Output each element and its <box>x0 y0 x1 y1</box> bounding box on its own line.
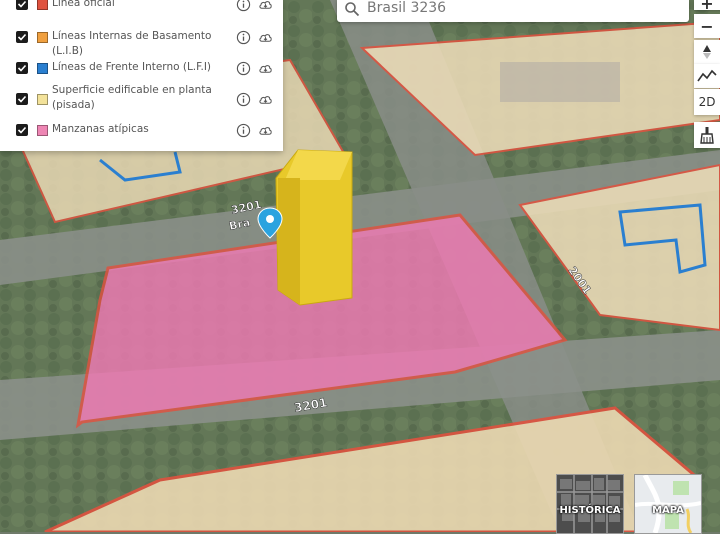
layer-checkbox[interactable] <box>16 93 28 105</box>
zoom-out-label: − <box>700 16 714 36</box>
layer-swatch <box>37 32 48 43</box>
basemap-historic[interactable]: HISTÓRICA <box>556 474 624 534</box>
layer-label: Líneas de Frente Interno (L.F.I) <box>52 61 212 73</box>
compass-button[interactable] <box>694 40 720 64</box>
layer-checkbox[interactable] <box>16 0 28 10</box>
toggle-2d-label: 2D <box>698 95 716 109</box>
cloud-download-icon[interactable] <box>258 92 273 107</box>
layer-row-lib: Líneas Internas de Basamento (L.I.B) <box>0 28 283 57</box>
layer-checkbox[interactable] <box>16 124 28 136</box>
info-icon[interactable] <box>236 0 251 12</box>
layer-row-lfi: Líneas de Frente Interno (L.F.I) <box>0 59 283 77</box>
layer-row-manzanas-atipicas: Manzanas atípicas <box>0 121 283 139</box>
search-input[interactable] <box>367 0 667 18</box>
basemap-map-preview <box>635 475 701 533</box>
layer-row-superficie: Superficie edificable en planta (pisada) <box>0 83 283 115</box>
compass-icon <box>703 45 711 59</box>
basemap-historic-preview <box>557 475 623 533</box>
cloud-download-icon[interactable] <box>258 123 273 138</box>
cloud-download-icon[interactable] <box>258 0 273 12</box>
cloud-download-icon[interactable] <box>258 61 273 76</box>
search-box <box>337 0 689 22</box>
info-icon[interactable] <box>236 123 251 138</box>
layer-row-linea-oficial: Línea oficial <box>0 0 283 16</box>
broom-icon <box>700 127 714 144</box>
layer-swatch <box>37 63 48 74</box>
info-icon[interactable] <box>236 61 251 76</box>
layer-label: Líneas Internas de Basamento (L.I.B) <box>52 30 212 57</box>
info-icon[interactable] <box>236 92 251 107</box>
zoom-in-label: + <box>700 0 714 10</box>
layer-label: Línea oficial <box>52 0 115 9</box>
layer-checkbox[interactable] <box>16 62 28 74</box>
cloud-download-icon[interactable] <box>258 30 273 45</box>
search-icon[interactable] <box>344 1 360 17</box>
toggle-2d-button[interactable]: 2D <box>694 89 720 115</box>
basemap-historic-label: HISTÓRICA <box>559 505 621 516</box>
layer-label: Manzanas atípicas <box>52 123 149 135</box>
basemap-map[interactable]: MAPA <box>634 474 702 534</box>
basemap-map-label: MAPA <box>652 505 684 516</box>
info-icon[interactable] <box>236 30 251 45</box>
elevation-button[interactable] <box>694 64 720 88</box>
layers-panel: Línea oficial Líneas Internas de Basamen… <box>0 0 283 151</box>
layer-label: Superficie edificable en planta (pisada) <box>52 84 212 111</box>
zoom-out-button[interactable]: − <box>694 14 720 38</box>
layer-swatch <box>37 0 48 10</box>
clear-button[interactable] <box>694 122 720 148</box>
zoom-in-button[interactable]: + <box>694 0 720 10</box>
layer-checkbox[interactable] <box>16 31 28 43</box>
layer-swatch <box>37 94 48 105</box>
elevation-profile-icon <box>697 69 717 82</box>
layer-swatch <box>37 125 48 136</box>
